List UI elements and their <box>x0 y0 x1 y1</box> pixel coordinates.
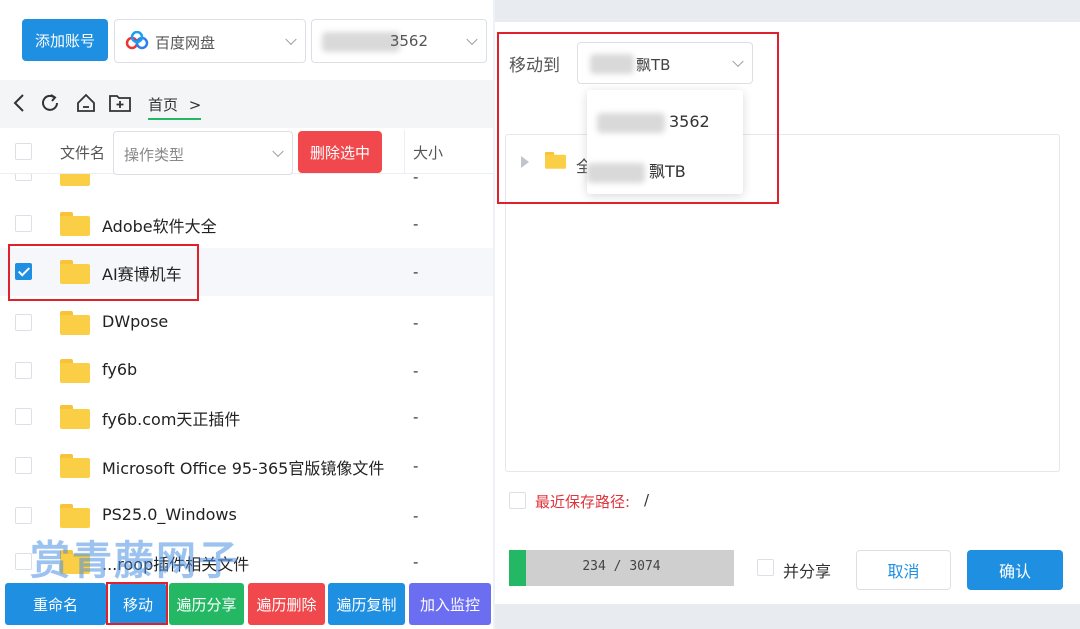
col-name-header: 文件名 <box>60 144 106 162</box>
folder-icon <box>60 504 90 528</box>
file-size: - <box>413 408 419 426</box>
recent-path-value[interactable]: / <box>644 491 649 509</box>
cloud-select[interactable]: 百度网盘 <box>114 19 306 63</box>
progress-bar: 234 / 3074 <box>509 550 734 586</box>
delete-selected-button[interactable]: 删除选中 <box>298 131 382 173</box>
file-name[interactable]: fy6b.com天正插件 <box>102 406 240 430</box>
new-folder-icon[interactable] <box>108 92 132 119</box>
folder-icon <box>60 405 90 429</box>
row-checkbox[interactable] <box>15 362 32 379</box>
confirm-button[interactable]: 确认 <box>967 550 1063 590</box>
file-name[interactable]: fy6b <box>102 360 137 379</box>
table-row[interactable]: Adobe软件大全 - <box>0 200 493 248</box>
chevron-down-icon <box>272 145 284 158</box>
table-row[interactable]: fy6b - <box>0 347 493 395</box>
table-row[interactable]: ...roop插件相关文件 - <box>0 538 493 586</box>
col-size-header <box>404 130 405 174</box>
recent-path-checkbox[interactable] <box>509 492 526 509</box>
file-name[interactable]: DWpose <box>102 312 168 331</box>
file-size: - <box>413 457 419 475</box>
op-type-select[interactable]: 操作类型 <box>113 131 293 175</box>
file-name[interactable]: PS25.0_Windows <box>102 505 237 524</box>
redacted-account <box>322 32 400 52</box>
table-row[interactable]: Microsoft Office 95-365官版镜像文件 - <box>0 442 493 490</box>
progress-text: 234 / 3074 <box>582 559 661 574</box>
table-row[interactable]: PS25.0_Windows - <box>0 492 493 540</box>
table-row[interactable]: DWpose - <box>0 299 493 347</box>
folder-icon <box>60 359 90 383</box>
baidu-cloud-icon <box>125 30 149 51</box>
table-row[interactable]: fy6b.com天正插件 - <box>0 393 493 441</box>
chevron-down-icon <box>285 33 297 46</box>
row-checkbox[interactable] <box>15 174 32 181</box>
row-checkbox[interactable] <box>15 408 32 425</box>
account-select[interactable]: 3562 <box>311 19 487 63</box>
add-monitor-button[interactable]: 加入监控 <box>409 583 491 625</box>
chevron-down-icon <box>466 33 478 46</box>
breadcrumb-home[interactable]: 首页 <box>148 96 178 114</box>
traverse-delete-button[interactable]: 遍历删除 <box>248 583 325 625</box>
file-size: - <box>413 314 419 332</box>
highlight-selected-row <box>8 244 199 301</box>
and-share-checkbox[interactable] <box>757 559 774 576</box>
row-size: - <box>413 174 419 186</box>
row-checkbox[interactable] <box>15 457 32 474</box>
add-account-button[interactable]: 添加账号 <box>22 19 108 61</box>
chevron-right-icon: > <box>188 96 202 114</box>
row-checkbox[interactable] <box>15 507 32 524</box>
backdrop-bottom-strip <box>495 604 1080 629</box>
file-name[interactable]: Microsoft Office 95-365官版镜像文件 <box>102 455 384 479</box>
table-row[interactable]: - <box>0 174 493 188</box>
rename-button[interactable]: 重命名 <box>5 583 106 625</box>
row-checkbox[interactable] <box>15 314 32 331</box>
folder-icon <box>60 550 90 574</box>
cloud-select-label: 百度网盘 <box>155 34 216 52</box>
and-share-label: 并分享 <box>783 562 832 581</box>
op-type-placeholder: 操作类型 <box>124 146 185 164</box>
row-checkbox[interactable] <box>15 553 32 570</box>
file-name[interactable]: ...roop插件相关文件 <box>102 551 249 575</box>
breadcrumb[interactable]: 首页 > <box>148 94 202 120</box>
truncated-name <box>102 174 382 180</box>
file-size: - <box>413 362 419 380</box>
refresh-icon[interactable] <box>38 92 62 119</box>
file-size: - <box>413 507 419 525</box>
col-size-label: 大小 <box>413 144 444 162</box>
file-size: - <box>413 553 419 571</box>
traverse-copy-button[interactable]: 遍历复制 <box>328 583 405 625</box>
file-name[interactable]: Adobe软件大全 <box>102 213 217 237</box>
recent-path-label: 最近保存路径: <box>535 493 631 511</box>
folder-icon <box>60 454 90 478</box>
folder-icon <box>60 311 90 335</box>
file-size: - <box>413 215 419 233</box>
folder-icon <box>60 212 90 236</box>
home-icon[interactable] <box>74 92 98 119</box>
select-all-checkbox[interactable] <box>15 143 32 160</box>
row-checkbox[interactable] <box>15 215 32 232</box>
file-size: - <box>413 263 419 281</box>
traverse-share-button[interactable]: 遍历分享 <box>169 583 244 625</box>
folder-icon <box>60 174 90 186</box>
account-select-label: 3562 <box>389 32 428 50</box>
highlight-move-target <box>497 32 779 204</box>
highlight-move-button <box>106 582 168 625</box>
cancel-button[interactable]: 取消 <box>856 550 951 590</box>
app-window: 添加账号 百度网盘 3562 首页 > 文件名 操作类型 删除选中 大小 - A… <box>0 0 1080 629</box>
back-icon[interactable] <box>8 92 32 119</box>
